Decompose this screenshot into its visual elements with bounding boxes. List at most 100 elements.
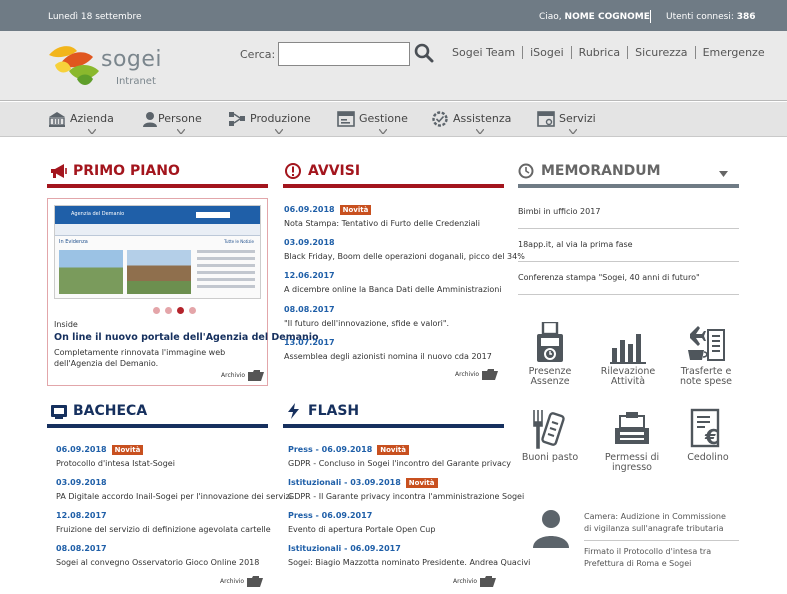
megaphone-icon (51, 164, 67, 178)
new-badge: Novità (339, 205, 372, 215)
flash-title: FLASH (285, 403, 359, 419)
bacheca-item[interactable]: PA Digitale accordo Inail-Sogei per l'in… (56, 491, 292, 502)
lightning-icon (288, 403, 299, 419)
camera-line-4[interactable]: Prefettura di Roma e Sogei (584, 558, 691, 569)
tool-rilevazione[interactable]: Rilevazione Attività (593, 322, 663, 387)
user-greeting: Ciao, NOME COGNOME (539, 12, 650, 22)
memo-divider (518, 228, 739, 229)
memorandum-title: MEMORANDUM (518, 163, 661, 179)
primo-piano-label: PRIMO PIANO (73, 163, 180, 179)
avvisi-item[interactable]: Black Friday, Boom delle operazioni doga… (284, 251, 525, 262)
connected-users: Utenti connesi: 386 (666, 12, 756, 22)
payslip-icon: € (690, 408, 720, 449)
featured-image[interactable]: Agenzia del Demanio In Evidenza Tutte le… (54, 205, 261, 299)
mini-text-column (197, 250, 255, 294)
flash-date: Istituzionali - 06.09.2017 (288, 544, 401, 553)
carousel-dot[interactable] (153, 307, 160, 314)
new-badge: Novità (377, 445, 409, 455)
tool-label: Buoni pasto (521, 452, 579, 463)
nav-label: Persone (158, 112, 202, 125)
memo-item[interactable]: 18app.it, al via la prima fase (518, 240, 739, 249)
brand-sub: Intranet (116, 76, 156, 87)
nav-assistenza[interactable]: Assistenza (431, 109, 521, 135)
flash-item[interactable]: Sogei: Biagio Mazzotta nominato Presiden… (288, 557, 530, 568)
chevron-down-icon (476, 129, 484, 134)
avvisi-item[interactable]: "Il futuro dell'innovazione, sfide e val… (284, 318, 449, 329)
folder-icon (480, 576, 497, 587)
badge-reader-icon (537, 322, 563, 362)
search-input[interactable] (278, 42, 410, 66)
chevron-down-icon (379, 129, 387, 134)
link-sicurezza[interactable]: Sicurezza (627, 46, 694, 59)
bacheca-item[interactable]: Sogei al convegno Osservatorio Gioco Onl… (56, 557, 259, 568)
camera-line-3[interactable]: Firmato il Protocollo d'intesa tra (584, 546, 711, 557)
tool-permessi[interactable]: Permessi di ingresso (597, 408, 667, 473)
nav-azienda[interactable]: Azienda (48, 109, 128, 135)
memo-divider (518, 261, 739, 262)
sogei-logo[interactable]: sogei Intranet (47, 41, 162, 91)
avvisi-date: 12.06.2017 (284, 271, 335, 280)
memo-item[interactable]: Bimbi in ufficio 2017 (518, 207, 739, 216)
flash-date: Istituzionali - 03.09.2018 Novità (288, 477, 438, 488)
tool-cedolino[interactable]: € Cedolino (673, 408, 743, 463)
memorandum-dropdown-icon[interactable] (719, 171, 728, 177)
mini-section: In Evidenza (59, 239, 88, 245)
tool-trasferte[interactable]: Trasferte e note spese (671, 322, 741, 387)
tool-presenze[interactable]: Presenze Assenze (515, 322, 585, 387)
flash-item[interactable]: Evento di apertura Portale Open Cup (288, 524, 435, 535)
search-icon[interactable] (414, 43, 434, 63)
bacheca-archive[interactable]: Archivio (220, 575, 264, 587)
new-badge: Novità (111, 445, 144, 455)
featured-headline[interactable]: On line il nuovo portale dell'Agenzia de… (54, 332, 319, 343)
nav-gestione[interactable]: Gestione (337, 109, 417, 135)
network-icon (229, 112, 245, 126)
nav-label: Azienda (70, 112, 114, 125)
flash-archive[interactable]: Archivio (453, 575, 497, 587)
memo-divider (518, 294, 739, 295)
nav-persone[interactable]: Persone (141, 109, 221, 135)
bacheca-date: 03.09.2018 (56, 478, 107, 487)
avvisi-item[interactable]: A dicembre online la Banca Dati delle Am… (284, 284, 502, 295)
carousel-dot[interactable] (189, 307, 196, 314)
users-label: Utenti connesi: (666, 12, 734, 22)
bacheca-item[interactable]: Protocollo d'intesa Istat-Sogei (56, 458, 175, 469)
link-rubrica[interactable]: Rubrica (570, 46, 627, 59)
link-sogei-team[interactable]: Sogei Team (445, 46, 522, 59)
mini-photo-2 (127, 250, 191, 294)
bacheca-date: 06.09.2018 Novità (56, 444, 144, 455)
avvisi-archive[interactable]: Archivio (455, 368, 499, 380)
nav-produzione[interactable]: Produzione (228, 109, 318, 135)
primo-piano-title: PRIMO PIANO (50, 163, 180, 179)
tool-label: Presenze Assenze (528, 366, 572, 387)
memo-item[interactable]: Conferenza stampa "Sogei, 40 anni di fut… (518, 273, 739, 282)
archive-label: Archivio (453, 577, 478, 585)
bacheca-label: BACHECA (73, 403, 148, 419)
link-isogei[interactable]: iSogei (522, 46, 571, 59)
bacheca-item[interactable]: Fruizione del servizio di definizione ag… (56, 524, 271, 535)
mini-title: Agenzia del Demanio (71, 211, 125, 217)
avvisi-item[interactable]: Nota Stampa: Tentativo di Furto delle Cr… (284, 218, 480, 229)
gear-check-icon (432, 111, 448, 127)
tool-buoni-pasto[interactable]: Buoni pasto (515, 408, 585, 463)
flash-rule (283, 424, 504, 428)
flash-date: Press - 06.09.2018 Novità (288, 444, 409, 455)
carousel-dot[interactable] (165, 307, 172, 314)
camera-line-2[interactable]: di vigilanza sull'anagrafe tributaria (584, 523, 724, 534)
flash-item[interactable]: GDPR - Il Garante privacy incontra l'amm… (288, 491, 524, 502)
tool-label: Trasferte e note spese (679, 366, 733, 387)
avvisi-date: 13.07.2017 (284, 338, 335, 347)
flash-date: Press - 06.09.2017 (288, 511, 373, 520)
primo-piano-card[interactable]: Agenzia del Demanio In Evidenza Tutte le… (47, 198, 319, 386)
nav-servizi[interactable]: Servizi (537, 109, 607, 135)
user-name[interactable]: NOME COGNOME (565, 12, 650, 22)
link-emergenze[interactable]: Emergenze (694, 46, 772, 59)
camera-line-1[interactable]: Camera: Audizione in Commissione (584, 511, 726, 522)
bacheca-title: BACHECA (50, 403, 147, 419)
folder-icon (247, 576, 264, 587)
warning-icon (285, 163, 301, 179)
avvisi-item[interactable]: Assemblea degli azionisti nomina il nuov… (284, 351, 492, 362)
flash-item[interactable]: GDPR - Concluso in Sogei l'incontro del … (288, 458, 511, 469)
primo-piano-archive[interactable]: Archivio (221, 369, 265, 381)
chevron-down-icon (569, 129, 577, 134)
carousel-dot-active[interactable] (177, 307, 184, 314)
